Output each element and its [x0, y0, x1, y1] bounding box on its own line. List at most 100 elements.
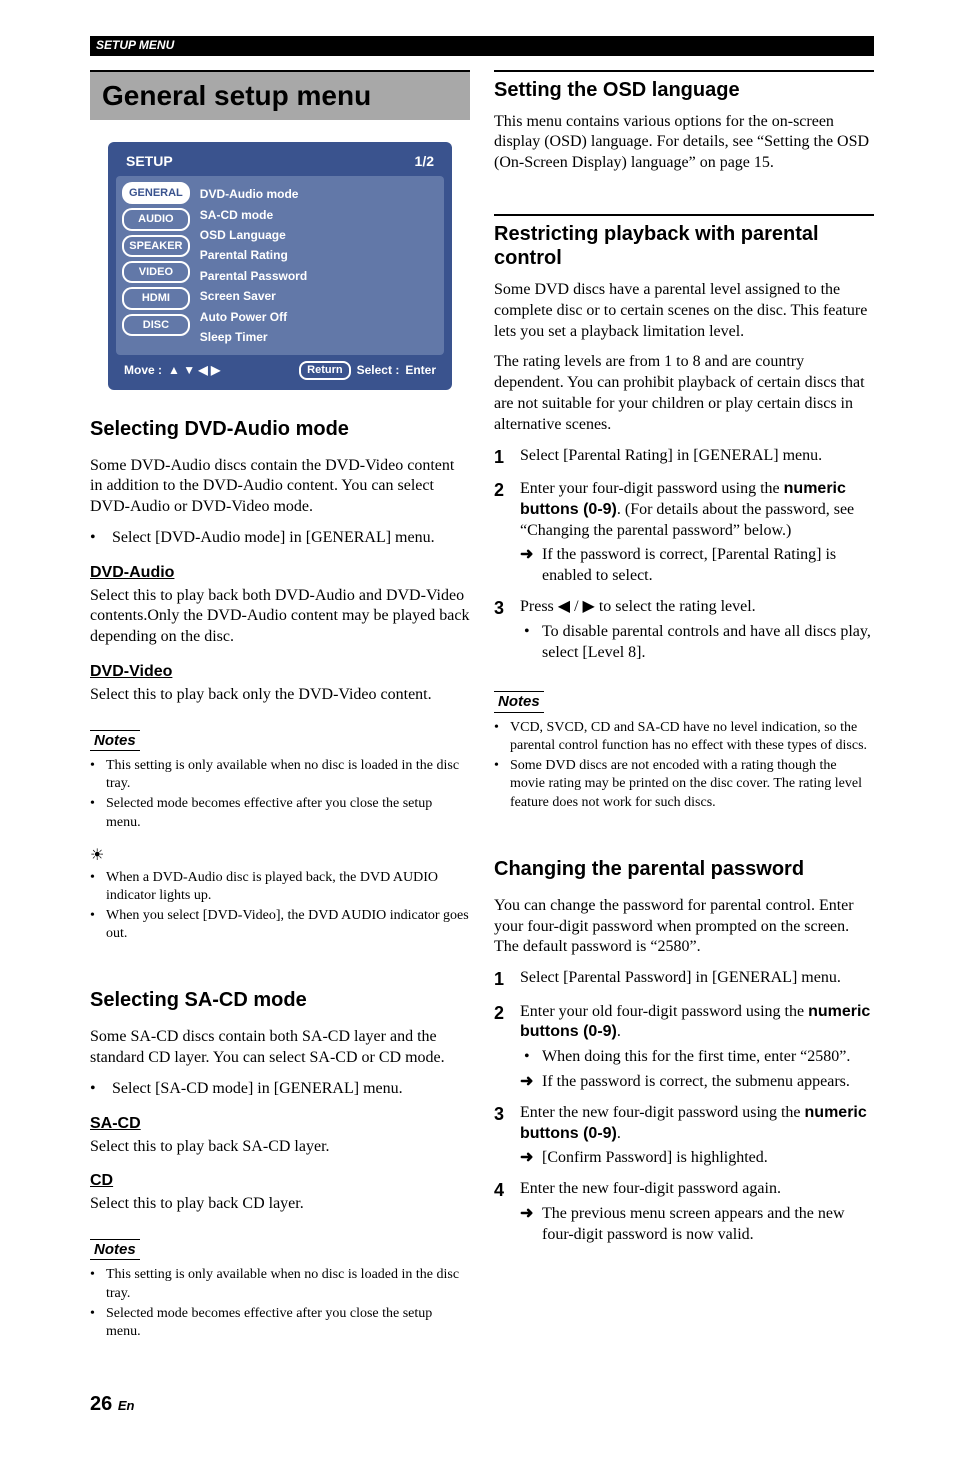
left-column: General setup menu SETUP 1/2 GENERAL AUD… [90, 70, 470, 1356]
hints-list: •When a DVD-Audio disc is played back, t… [90, 869, 470, 944]
body-text: Select this to play back CD layer. [90, 1194, 470, 1215]
notes-label: Notes [90, 1239, 140, 1261]
note-text: This setting is only available when no d… [106, 1266, 470, 1302]
step-body: Enter the new four-digit password again.… [520, 1179, 874, 1245]
step-body: Press ◀ / ▶ to select the rating level. … [520, 597, 874, 663]
body-text: Some DVD discs have a parental level ass… [494, 280, 874, 342]
notes-list: •This setting is only available when no … [90, 757, 470, 832]
note-text: This setting is only available when no d… [106, 757, 470, 793]
menu-item[interactable]: Parental Rating [200, 245, 438, 265]
hint-text: When you select [DVD-Video], the DVD AUD… [106, 907, 470, 943]
notes-list: •VCD, SVCD, CD and SA-CD have no level i… [494, 719, 874, 812]
step-text: Select [Parental Rating] in [GENERAL] me… [520, 446, 874, 469]
right-column: Setting the OSD language This menu conta… [494, 70, 874, 1356]
step-text: Enter your old four-digit password using… [520, 1003, 808, 1020]
page-number-value: 26 [90, 1393, 112, 1415]
note-text: VCD, SVCD, CD and SA-CD have no level in… [510, 719, 874, 755]
note-text: Some DVD discs are not encoded with a ra… [510, 757, 874, 812]
note-text: Selected mode becomes effective after yo… [106, 795, 470, 831]
tab-audio[interactable]: AUDIO [122, 208, 190, 230]
intro-text: Some DVD-Audio discs contain the DVD-Vid… [90, 456, 470, 518]
menu-item[interactable]: Auto Power Off [200, 307, 438, 327]
tab-general[interactable]: GENERAL [122, 182, 190, 204]
setup-panel: SETUP 1/2 GENERAL AUDIO SPEAKER VIDEO HD… [108, 142, 452, 390]
step-text: Enter your four-digit password using the [520, 480, 784, 497]
tab-speaker[interactable]: SPEAKER [122, 235, 190, 257]
setup-items: DVD-Audio mode SA-CD mode OSD Language P… [200, 182, 438, 349]
heading-dvd-audio: Selecting DVD-Audio mode [90, 416, 470, 442]
menu-item[interactable]: OSD Language [200, 225, 438, 245]
arrow-icon: ➜ [520, 1072, 542, 1093]
result-text: The previous menu screen appears and the… [542, 1204, 874, 1246]
arrow-icon: ➜ [520, 1204, 542, 1246]
step-text: Enter the new four-digit password again. [520, 1180, 781, 1197]
notes-label: Notes [90, 730, 140, 752]
step-text: . [617, 1023, 621, 1040]
step-text: Select [DVD-Audio mode] in [GENERAL] men… [112, 528, 435, 549]
menu-item[interactable]: Parental Password [200, 266, 438, 286]
menu-item[interactable]: Sleep Timer [200, 327, 438, 347]
page-number: 26 En [90, 1391, 874, 1417]
setup-title: SETUP [126, 152, 173, 170]
body-text: Select this to play back SA-CD layer. [90, 1137, 470, 1158]
step-text: to select the rating level. [595, 598, 756, 615]
hint-text: When a DVD-Audio disc is played back, th… [106, 869, 470, 905]
result-text: If the password is correct, the submenu … [542, 1072, 850, 1093]
step-list: •Select [DVD-Audio mode] in [GENERAL] me… [90, 528, 470, 549]
result-text: [Confirm Password] is highlighted. [542, 1148, 768, 1169]
subhead-sacd: SA-CD [90, 1114, 470, 1135]
step-text: . [617, 1125, 621, 1142]
result-text: If the password is correct, [Parental Ra… [542, 545, 874, 587]
subhead-cd: CD [90, 1171, 470, 1192]
body-text: The rating levels are from 1 to 8 and ar… [494, 352, 874, 435]
steps-list: 1Select [Parental Password] in [GENERAL]… [494, 968, 874, 1245]
arrows-icon: ▲ ▼ ◀ ▶ [168, 363, 220, 379]
heading-password: Changing the parental password [494, 856, 874, 882]
step-body: Enter your four-digit password using the… [520, 479, 874, 587]
tab-disc[interactable]: DISC [122, 314, 190, 336]
hint-icon: ☀ [90, 846, 470, 867]
step-text: Select [SA-CD mode] in [GENERAL] menu. [112, 1079, 403, 1100]
select-label: Select : [357, 363, 400, 379]
step-text: Press [520, 598, 558, 615]
step-body: Enter your old four-digit password using… [520, 1002, 874, 1093]
page-title: General setup menu [90, 70, 470, 120]
intro-text: Some SA-CD discs contain both SA-CD laye… [90, 1027, 470, 1069]
menu-item[interactable]: DVD-Audio mode [200, 184, 438, 204]
step-text: Enter the new four-digit password using … [520, 1104, 805, 1121]
setup-header: SETUP 1/2 [116, 150, 444, 176]
menu-item[interactable]: SA-CD mode [200, 205, 438, 225]
body-text: Select this to play back only the DVD-Vi… [90, 685, 470, 706]
body-text: You can change the password for parental… [494, 896, 874, 958]
step-text: Select [Parental Password] in [GENERAL] … [520, 968, 874, 991]
heading-sacd: Selecting SA-CD mode [90, 987, 470, 1013]
return-button[interactable]: Return [299, 361, 350, 379]
setup-tabs: GENERAL AUDIO SPEAKER VIDEO HDMI DISC [122, 182, 190, 349]
move-label: Move : [124, 363, 162, 379]
subhead-dvd-video: DVD-Video [90, 662, 470, 683]
subhead-dvd-audio: DVD-Audio [90, 563, 470, 584]
arrows-icon: ◀ / ▶ [558, 598, 595, 615]
header-bar: SETUP MENU [90, 36, 874, 56]
tab-video[interactable]: VIDEO [122, 261, 190, 283]
setup-footer: Move : ▲ ▼ ◀ ▶ Return Select : Enter [116, 355, 444, 381]
step-body: Enter the new four-digit password using … [520, 1103, 874, 1169]
step-list: •Select [SA-CD mode] in [GENERAL] menu. [90, 1079, 470, 1100]
enter-label: Enter [405, 363, 436, 379]
page-lang: En [118, 1398, 135, 1413]
steps-list: 1Select [Parental Rating] in [GENERAL] m… [494, 446, 874, 664]
arrow-icon: ➜ [520, 545, 542, 587]
arrow-icon: ➜ [520, 1148, 542, 1169]
bullet-text: To disable parental controls and have al… [542, 622, 874, 664]
setup-page-indicator: 1/2 [415, 152, 434, 170]
notes-list: •This setting is only available when no … [90, 1266, 470, 1341]
bullet-text: When doing this for the first time, ente… [542, 1047, 850, 1068]
menu-item[interactable]: Screen Saver [200, 286, 438, 306]
body-text: Select this to play back both DVD-Audio … [90, 586, 470, 648]
heading-osd: Setting the OSD language [494, 70, 874, 102]
tab-hdmi[interactable]: HDMI [122, 287, 190, 309]
body-text: This menu contains various options for t… [494, 112, 874, 174]
heading-parental: Restricting playback with parental contr… [494, 214, 874, 270]
page-columns: General setup menu SETUP 1/2 GENERAL AUD… [90, 70, 874, 1356]
note-text: Selected mode becomes effective after yo… [106, 1305, 470, 1341]
